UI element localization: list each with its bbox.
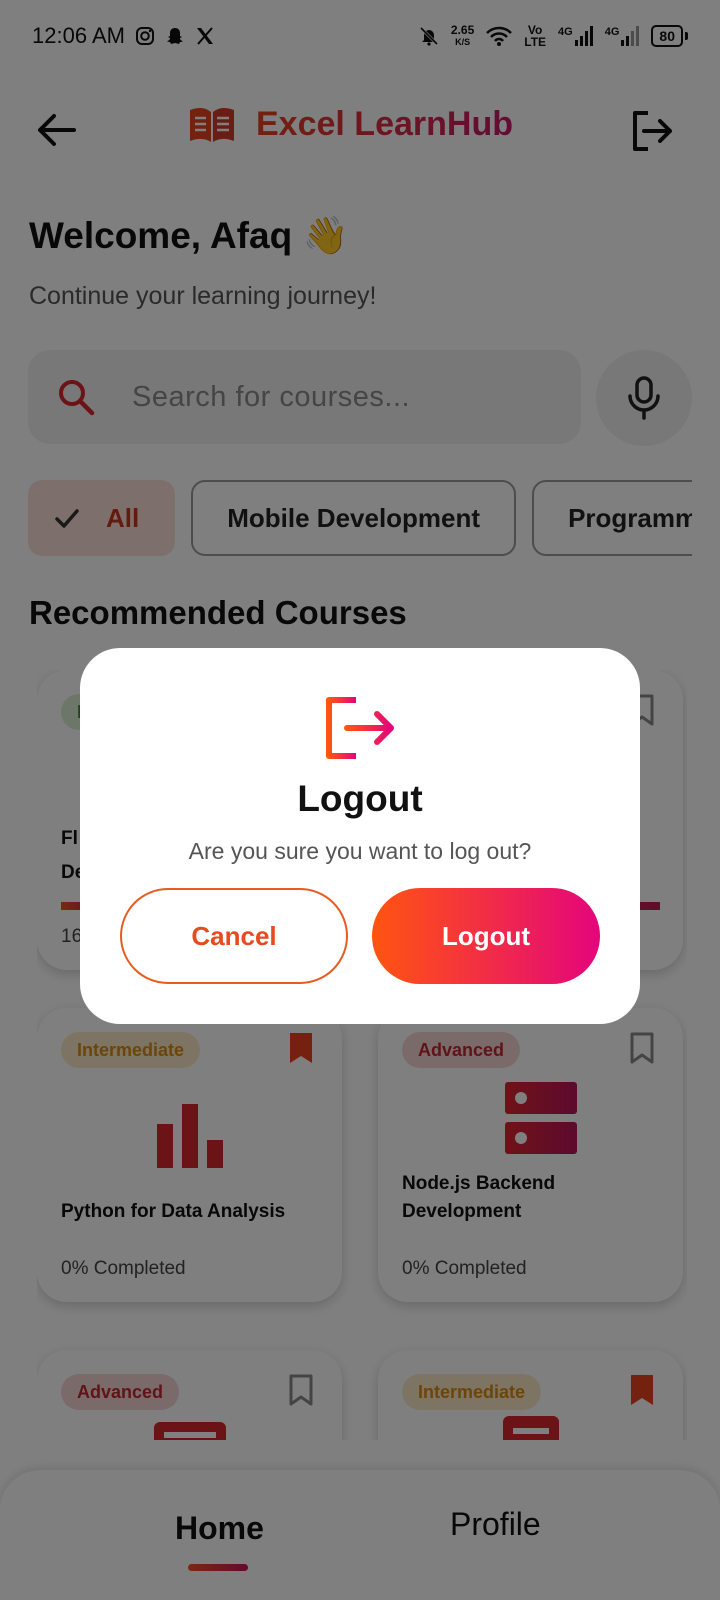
dialog-title: Logout <box>297 778 423 819</box>
logout-icon <box>326 697 394 759</box>
app-screen: 12:06 AM 2.65 K/S Vo LTE 4G 4G <box>0 0 720 1600</box>
cancel-button[interactable]: Cancel <box>120 888 348 984</box>
dialog-message: Are you sure you want to log out? <box>188 838 532 864</box>
confirm-logout-button[interactable]: Logout <box>372 888 600 984</box>
logout-dialog: Logout Are you sure you want to log out?… <box>80 648 640 1024</box>
